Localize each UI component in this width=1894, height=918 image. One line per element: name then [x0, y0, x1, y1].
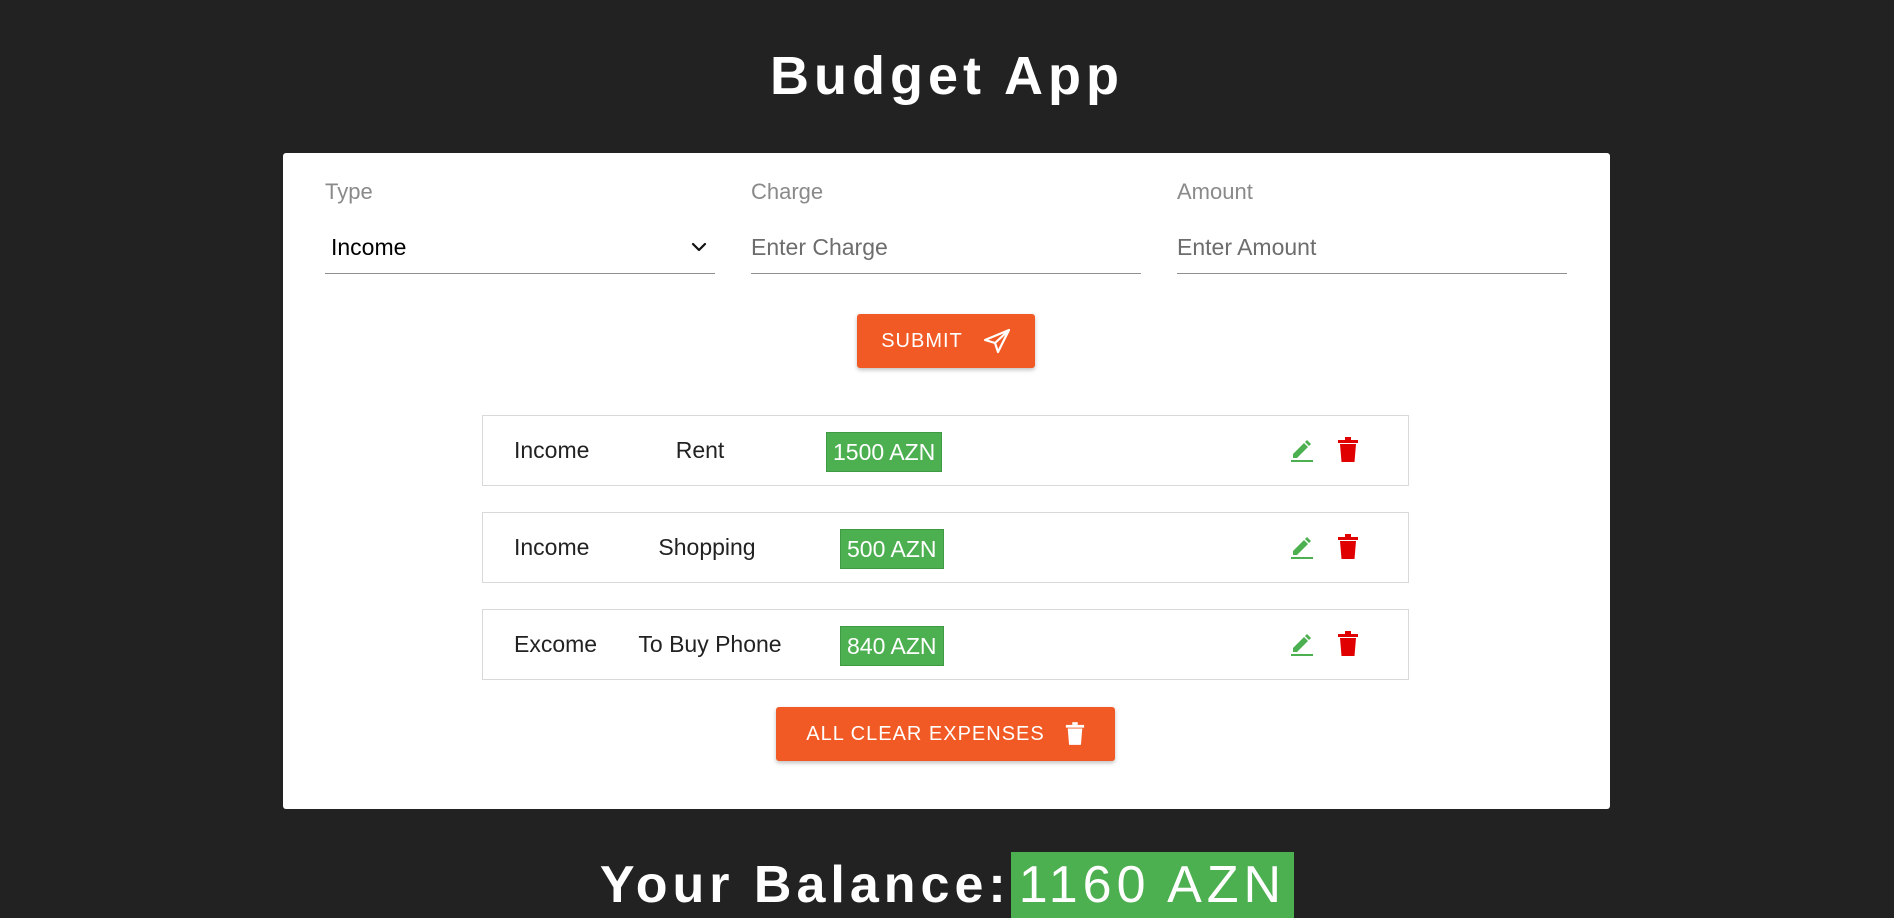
type-label: Type — [325, 179, 373, 204]
amount-input-wrapper — [1177, 223, 1567, 274]
expense-type: Income — [514, 437, 590, 463]
clear-expenses-label: ALL CLEAR EXPENSES — [806, 722, 1045, 745]
trash-icon — [1065, 722, 1085, 746]
charge-input[interactable] — [751, 223, 1141, 271]
expense-type: Excome — [514, 631, 598, 657]
trash-icon[interactable] — [1334, 630, 1362, 658]
charge-field: Charge — [751, 177, 1141, 274]
app-title: Budget App — [770, 46, 1124, 106]
chevron-down-icon[interactable] — [689, 237, 709, 257]
pencil-icon[interactable] — [1287, 436, 1315, 464]
expense-amount: 840 AZN — [840, 626, 944, 666]
expense-amount: 1500 AZN — [826, 432, 943, 472]
balance-label: Your Balance: — [599, 856, 1011, 914]
balance: Your Balance: 1160 AZN — [0, 852, 1894, 918]
amount-label: Amount — [1177, 179, 1253, 204]
budget-card: Type Income Charge Amount SUBMIT — [283, 153, 1610, 809]
expense-charge: Shopping — [658, 534, 756, 560]
amount-input[interactable] — [1177, 223, 1567, 271]
submit-button-label: SUBMIT — [881, 329, 963, 352]
expense-row: Income Shopping 500 AZN — [482, 512, 1409, 583]
charge-label: Charge — [751, 179, 824, 204]
expense-type: Income — [514, 534, 590, 560]
expense-row: Excome To Buy Phone 840 AZN — [482, 609, 1409, 680]
submit-button[interactable]: SUBMIT — [857, 314, 1035, 368]
trash-icon[interactable] — [1334, 533, 1362, 561]
expense-row: Income Rent 1500 AZN — [482, 415, 1409, 486]
clear-expenses-button[interactable]: ALL CLEAR EXPENSES — [776, 707, 1115, 761]
expense-charge: To Buy Phone — [638, 631, 782, 657]
expense-charge: Rent — [675, 437, 725, 463]
pencil-icon[interactable] — [1287, 533, 1315, 561]
balance-value: 1160 AZN — [1010, 852, 1295, 918]
amount-field: Amount — [1177, 177, 1567, 274]
charge-input-wrapper — [751, 223, 1141, 274]
expense-amount: 500 AZN — [840, 529, 944, 569]
type-select-value[interactable]: Income — [325, 223, 715, 271]
type-field: Type Income — [325, 177, 715, 274]
trash-icon[interactable] — [1334, 436, 1362, 464]
type-select[interactable]: Income — [325, 223, 715, 274]
paper-plane-icon — [983, 328, 1011, 354]
pencil-icon[interactable] — [1287, 630, 1315, 658]
